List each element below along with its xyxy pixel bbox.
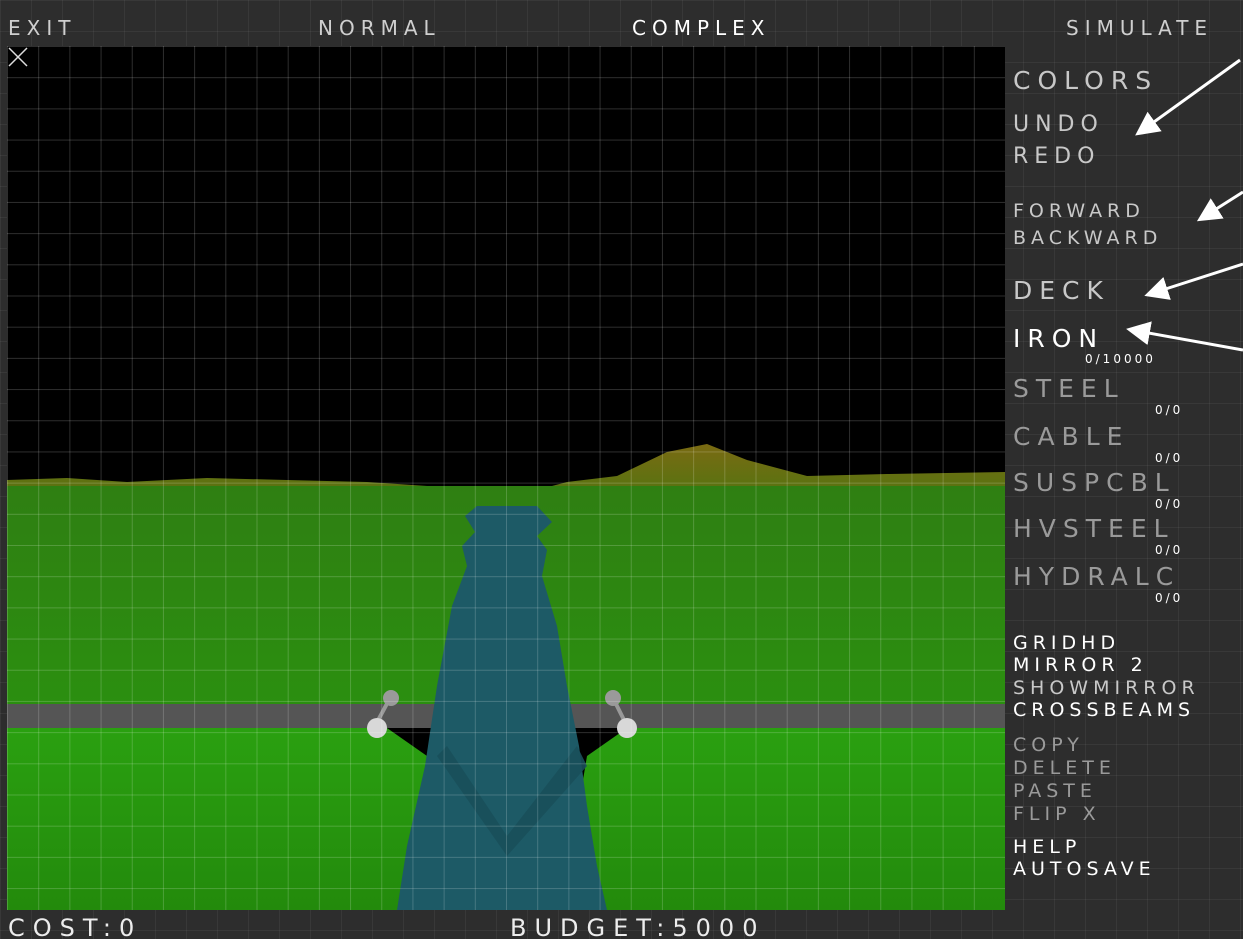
hvsteel-material-button[interactable]: HVSTEEL	[1013, 514, 1175, 543]
suspcbl-count: 0/0	[1155, 497, 1184, 511]
autosave-toggle[interactable]: AUTOSAVE	[1013, 858, 1156, 880]
undo-button[interactable]: UNDO	[1013, 112, 1104, 137]
sidebar-menu: COLORS UNDO REDO FORWARD BACKWARD DECK I…	[1005, 46, 1243, 910]
cost-readout: COST:0	[8, 914, 143, 942]
iron-count: 0/10000	[1085, 352, 1156, 366]
complex-mode-button[interactable]: COMPLEX	[632, 16, 771, 40]
iron-material-button[interactable]: IRON	[1013, 324, 1104, 353]
cable-count: 0/0	[1155, 451, 1184, 465]
game-window: EXIT NORMAL COMPLEX SIMULATE COLORS UNDO…	[0, 0, 1243, 942]
cable-material-button[interactable]: CABLE	[1013, 422, 1129, 451]
crosshair-icon	[8, 47, 28, 67]
suspcbl-material-button[interactable]: SUSPCBL	[1013, 468, 1176, 497]
mirror-toggle[interactable]: MIRROR 2	[1013, 654, 1148, 676]
help-button[interactable]: HELP	[1013, 836, 1081, 858]
copy-button[interactable]: COPY	[1013, 734, 1084, 756]
redo-button[interactable]: REDO	[1013, 144, 1100, 169]
steel-count: 0/0	[1155, 403, 1184, 417]
steel-material-button[interactable]: STEEL	[1013, 374, 1125, 403]
gridhd-toggle[interactable]: GRIDHD	[1013, 632, 1120, 654]
3d-viewport[interactable]	[7, 46, 1005, 910]
status-bar: COST:0 BUDGET:5000	[0, 910, 1243, 942]
top-menu-bar: EXIT NORMAL COMPLEX SIMULATE	[0, 12, 1243, 46]
exit-button[interactable]: EXIT	[8, 16, 76, 40]
hydralc-count: 0/0	[1155, 591, 1184, 605]
near-grass-right	[567, 728, 1005, 910]
budget-readout: BUDGET:5000	[510, 914, 766, 942]
paste-button[interactable]: PASTE	[1013, 780, 1097, 802]
deck-material-button[interactable]: DECK	[1013, 276, 1110, 305]
terrain-scene	[7, 46, 1005, 910]
backward-button[interactable]: BACKWARD	[1013, 227, 1162, 249]
simulate-button[interactable]: SIMULATE	[1066, 16, 1213, 40]
forward-button[interactable]: FORWARD	[1013, 200, 1145, 222]
normal-mode-button[interactable]: NORMAL	[318, 16, 441, 40]
showmirror-toggle[interactable]: SHOWMIRROR	[1013, 677, 1200, 699]
flip-x-button[interactable]: FLIP X	[1013, 803, 1101, 825]
crossbeams-toggle[interactable]: CROSSBEAMS	[1013, 699, 1195, 721]
hvsteel-count: 0/0	[1155, 543, 1184, 557]
colors-button[interactable]: COLORS	[1013, 66, 1158, 95]
near-grass-left	[7, 728, 447, 910]
delete-button[interactable]: DELETE	[1013, 757, 1116, 779]
hydralc-material-button[interactable]: HYDRALC	[1013, 562, 1180, 591]
